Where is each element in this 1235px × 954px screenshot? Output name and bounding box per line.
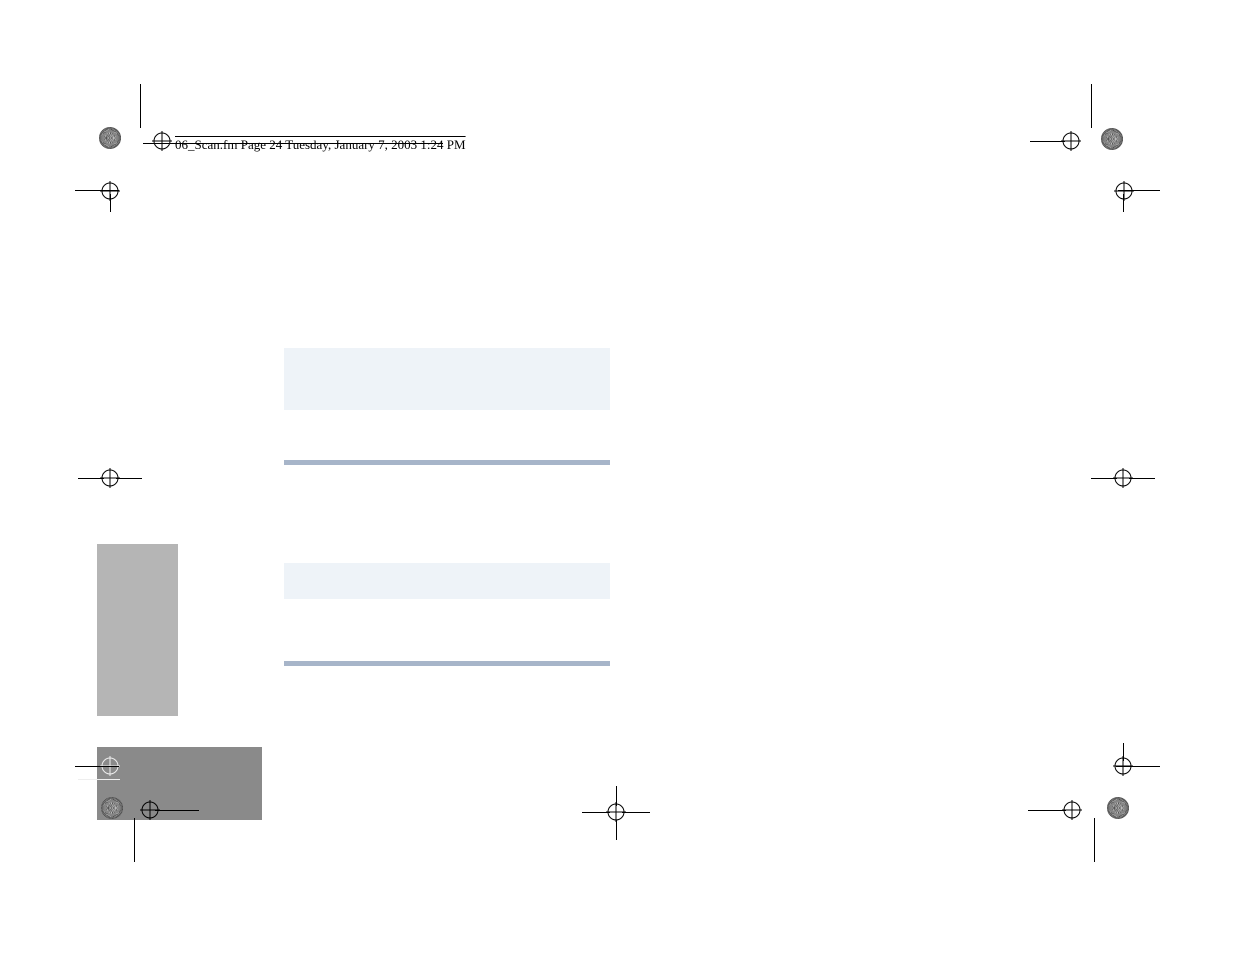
pattern-circle-tl	[99, 127, 121, 149]
crop-mark-line	[78, 478, 104, 479]
crop-mark-line	[616, 820, 617, 840]
crosshair-icon	[1114, 181, 1134, 206]
crosshair-icon	[100, 756, 120, 781]
pattern-circle-tr	[1101, 128, 1123, 150]
crop-mark-line	[622, 812, 650, 813]
page-header-text: 06_Scan.fm Page 24 Tuesday, January 7, 2…	[175, 136, 466, 154]
crop-mark-line	[134, 818, 135, 862]
crop-mark-line	[1094, 818, 1095, 862]
crop-mark-line	[1129, 478, 1155, 479]
crop-mark-line	[1123, 743, 1124, 761]
layout-bar	[284, 460, 610, 465]
crop-mark-line	[616, 786, 617, 806]
crosshair-icon	[1062, 800, 1082, 825]
crop-mark-line	[1030, 141, 1065, 142]
crosshair-icon	[1061, 131, 1081, 156]
tab-block-light	[97, 544, 178, 716]
crop-mark-line	[582, 812, 610, 813]
crop-mark-line	[140, 84, 141, 128]
crosshair-icon	[140, 800, 160, 825]
crop-mark-line	[1116, 766, 1160, 767]
crop-mark-line	[1091, 84, 1092, 128]
crosshair-icon	[100, 468, 120, 493]
crop-mark-line	[110, 194, 111, 212]
crop-mark-line	[116, 478, 142, 479]
crop-mark-line	[155, 810, 199, 811]
crop-mark-line	[75, 766, 119, 767]
crop-mark-line	[1123, 194, 1124, 212]
crop-mark-line	[1028, 810, 1066, 811]
crosshair-icon	[152, 131, 172, 156]
crop-mark-line	[78, 779, 120, 780]
pattern-circle-bl	[101, 797, 123, 819]
layout-block	[284, 348, 610, 410]
layout-bar	[284, 661, 610, 666]
layout-block	[284, 563, 610, 599]
crop-mark-line	[1118, 190, 1160, 191]
pattern-circle-br	[1107, 797, 1129, 819]
header-text: 06_Scan.fm Page 24 Tuesday, January 7, 2…	[175, 137, 466, 152]
crosshair-icon	[1113, 468, 1133, 493]
crop-mark-line	[1091, 478, 1117, 479]
